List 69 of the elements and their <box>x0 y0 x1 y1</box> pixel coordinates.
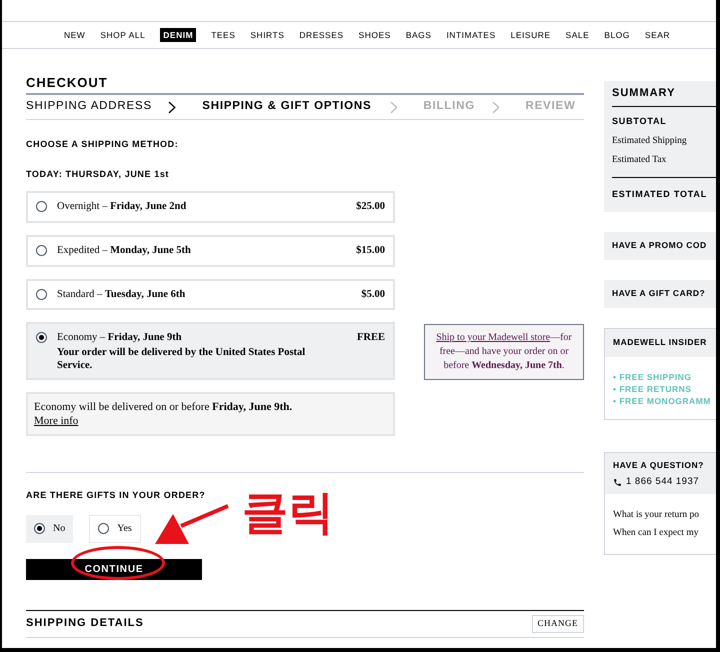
nav-link[interactable]: BAGS <box>406 28 432 42</box>
gift-option[interactable]: Yes <box>89 514 141 542</box>
shipping-price: $25.00 <box>356 200 385 214</box>
summary-title: SUMMARY <box>612 81 716 107</box>
shipping-option[interactable]: Expedited – Monday, June 5th $15.00 <box>26 234 395 266</box>
summary-row-text: SUBTOTAL <box>612 115 668 128</box>
shipping-option-label: Overnight – Friday, June 2nd <box>57 200 188 214</box>
summary-total-label: ESTIMATED TOTAL <box>612 188 708 201</box>
nav-link[interactable]: SHIRTS <box>250 28 284 42</box>
nav-link[interactable]: BLOG <box>604 28 630 42</box>
progress-step: REVIEW <box>525 98 584 116</box>
shipping-option[interactable]: Overnight – Friday, June 2nd $25.00 <box>26 191 395 223</box>
section-heading: CHOOSE A SHIPPING METHOD: <box>26 138 180 151</box>
shipping-price: $15.00 <box>356 244 385 258</box>
promo-code-panel[interactable]: HAVE A PROMO COD <box>604 232 716 260</box>
shipping-option[interactable]: Standard – Tuesday, June 6th $5.00 <box>26 278 395 310</box>
radio-button[interactable] <box>36 201 47 212</box>
question-title: HAVE A QUESTION? <box>613 458 705 472</box>
page-title: CHECKOUT <box>26 74 109 92</box>
progress-step: BILLING <box>423 98 492 116</box>
more-info-link[interactable]: More info <box>34 415 78 427</box>
section-heading: ARE THERE GIFTS IN YOUR ORDER? <box>26 489 206 502</box>
progress-step[interactable]: SHIPPING & GIFT OPTIONS <box>202 98 390 116</box>
delivery-info: Economy will be delivered on or before Friday, June 9th. <box>34 400 294 414</box>
nav-link[interactable]: SHOP ALL <box>100 28 146 42</box>
gift-option[interactable]: No <box>26 514 74 542</box>
nav-link[interactable]: LEISURE <box>510 28 551 42</box>
phone-icon <box>613 478 622 487</box>
shipping-option-label: Expedited – Monday, June 5th <box>57 244 192 258</box>
radio-button[interactable] <box>98 523 110 534</box>
chevron-icon <box>390 100 398 114</box>
faq-link[interactable]: What is your return po <box>613 508 708 522</box>
radio-button[interactable] <box>36 332 47 344</box>
continue-button[interactable]: CONTINUE <box>26 558 202 580</box>
shipping-price: $5.00 <box>361 288 385 302</box>
phone-number[interactable]: 1 866 544 1937 <box>626 475 700 490</box>
insider-title: MADEWELL INSIDER <box>605 328 716 356</box>
gift-card-panel[interactable]: HAVE A GIFT CARD? <box>604 280 716 308</box>
section-title: SHIPPING DETAILS <box>26 616 144 632</box>
nav-link[interactable]: SEAR <box>644 28 670 42</box>
shipping-note: Your order will be delivered by the United States Postal Service. <box>57 346 306 372</box>
chevron-icon <box>168 100 176 114</box>
radio-button[interactable] <box>36 244 47 256</box>
summary-row-text: Estimated Tax <box>612 154 668 167</box>
change-button[interactable]: CHANGE <box>532 614 584 632</box>
store-pickup-promo: Ship to your Madewell store—for free—and have your order on or before Wednesday, June 7th. <box>424 324 584 380</box>
nav-link[interactable]: TEES <box>211 28 236 42</box>
nav-link[interactable]: SALE <box>566 28 590 42</box>
today-date: TODAY: THURSDAY, JUNE 1st <box>26 168 170 180</box>
progress-step[interactable]: SHIPPING ADDRESS <box>26 98 168 116</box>
nav-link[interactable]: DENIM <box>160 28 196 42</box>
chevron-icon <box>492 100 500 114</box>
radio-button[interactable] <box>36 288 47 300</box>
perk-item: • FREE MONOGRAMM <box>613 394 708 406</box>
shipping-option-label: Standard – Tuesday, June 6th <box>57 288 186 302</box>
annotation-text: 클릭 <box>242 484 334 540</box>
nav-link[interactable]: SHOES <box>358 28 391 42</box>
nav-link[interactable]: NEW <box>64 28 86 42</box>
perk-item: • FREE SHIPPING <box>613 370 692 382</box>
shipping-price: FREE <box>356 331 385 346</box>
store-link[interactable]: Ship to your Madewell store <box>436 332 550 343</box>
shipping-option[interactable]: Economy – Friday, June 9th Your order will be delivered by the United States Postal Service. FREE <box>26 322 395 380</box>
perk-item: • FREE RETURNS <box>613 382 692 394</box>
faq-link[interactable]: When can I expect my <box>613 526 708 540</box>
nav-link[interactable]: DRESSES <box>299 28 344 42</box>
nav-link[interactable]: INTIMATES <box>446 28 496 42</box>
radio-button[interactable] <box>34 523 45 534</box>
shipping-option-label: Economy – Friday, June 9th <box>57 331 183 346</box>
summary-row-text: Estimated Shipping <box>612 134 688 148</box>
